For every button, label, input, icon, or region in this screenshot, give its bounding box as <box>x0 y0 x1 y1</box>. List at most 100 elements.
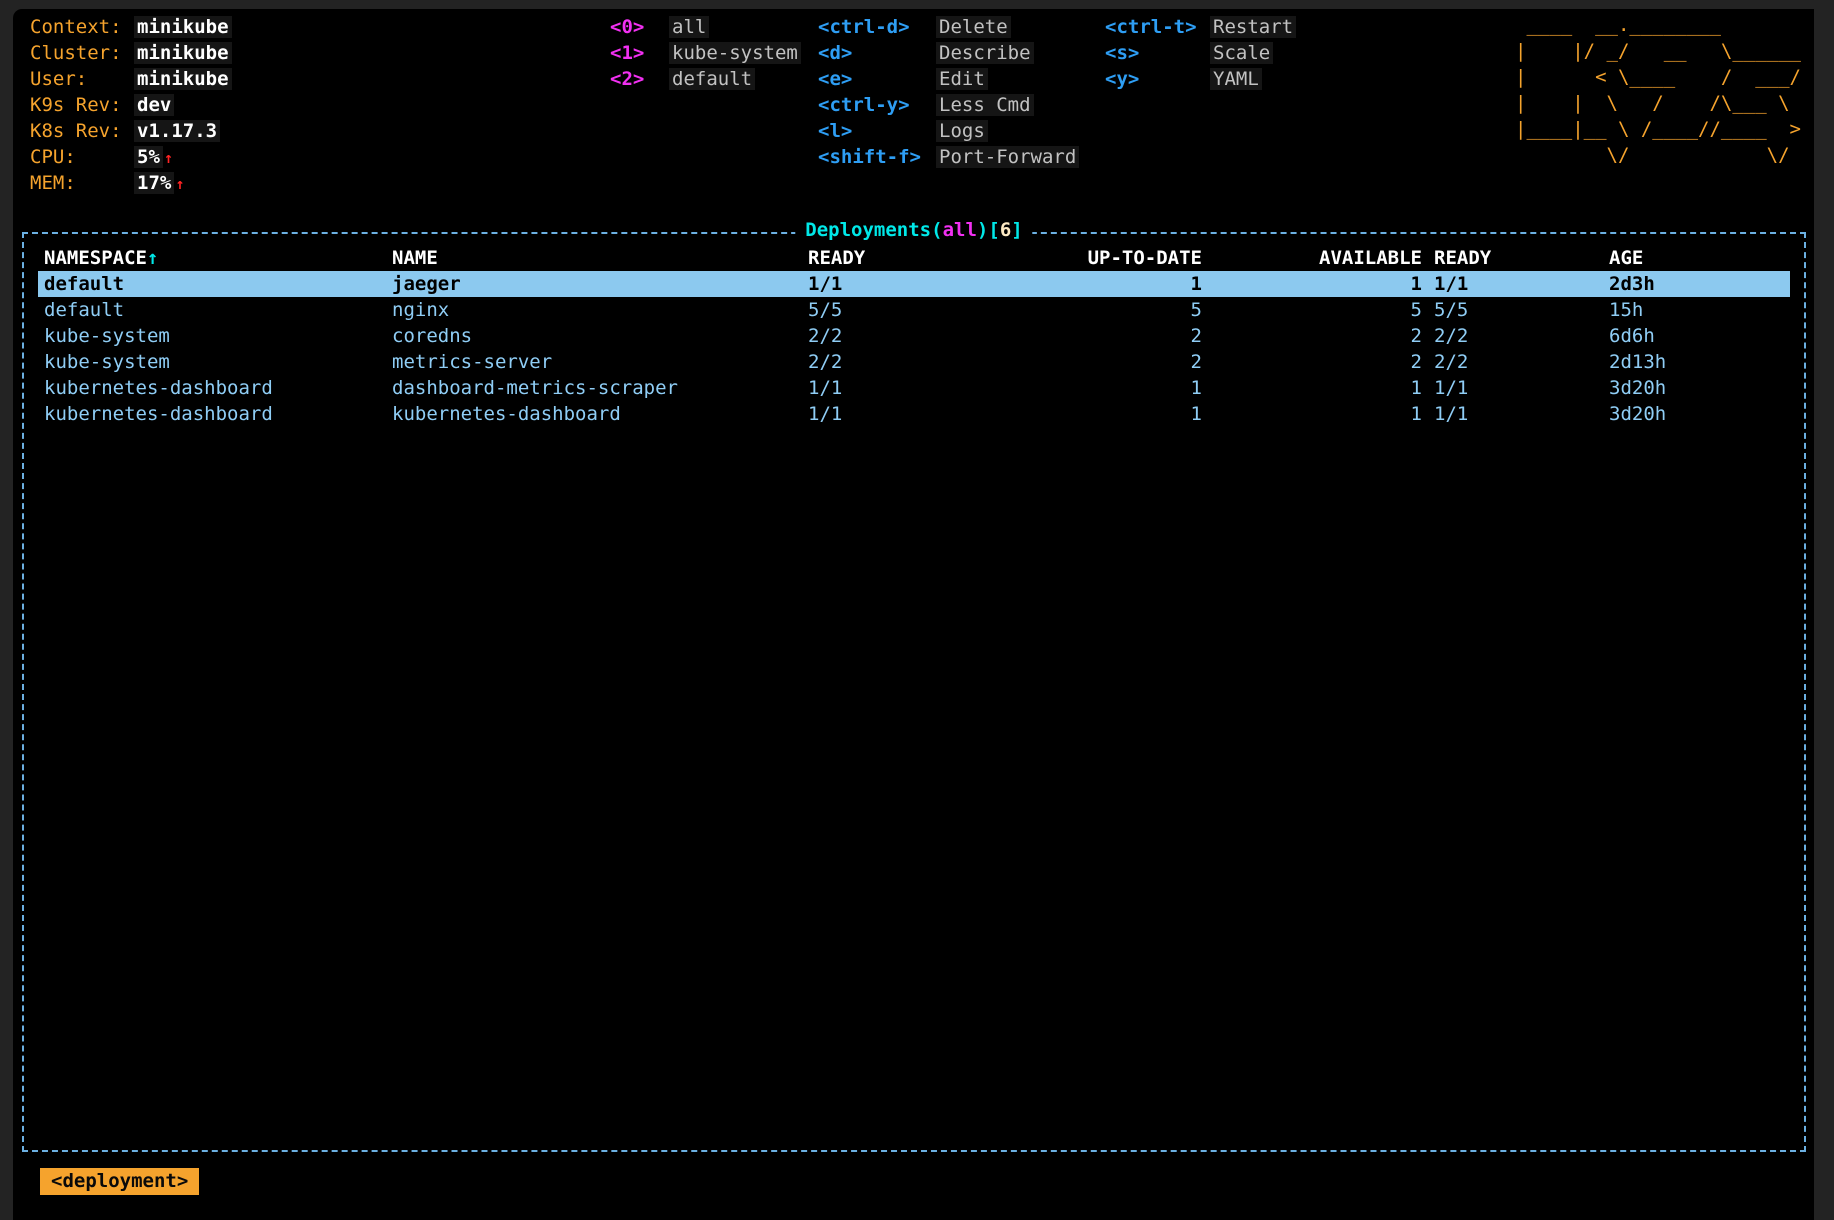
cluster-info-label: User: <box>30 66 134 92</box>
menu-hotkeys-col2: <ctrl-t>Restart<s>Scale<y>YAML <box>1105 14 1296 92</box>
cluster-info-label: MEM: <box>30 170 134 196</box>
menu-hotkey[interactable]: <s>Scale <box>1105 40 1296 66</box>
cluster-info-label: Context: <box>30 14 134 40</box>
menu-hotkey[interactable]: <ctrl-t>Restart <box>1105 14 1296 40</box>
deployment-row[interactable]: kubernetes-dashboardkubernetes-dashboard… <box>38 401 1790 427</box>
panel-title-scope: all <box>943 219 977 241</box>
menu-hotkey[interactable]: <ctrl-d>Delete <box>818 14 1079 40</box>
cell-namespace: default <box>44 297 392 323</box>
k9s-terminal: Context:minikubeCluster:minikubeUser:min… <box>13 9 1814 1220</box>
cell-ready: 1/1 <box>1422 375 1609 401</box>
cell-name: metrics-server <box>392 349 808 375</box>
cell-namespace: kubernetes-dashboard <box>44 375 392 401</box>
cell-age: 3d20h <box>1609 375 1790 401</box>
menu-hotkey-key: <s> <box>1105 40 1210 66</box>
namespace-hotkey[interactable]: <0>all <box>610 14 801 40</box>
menu-hotkey[interactable]: <ctrl-y>Less Cmd <box>818 92 1079 118</box>
menu-hotkey[interactable]: <d>Describe <box>818 40 1079 66</box>
namespace-hotkey-key: <0> <box>610 14 669 40</box>
deployment-row[interactable]: defaultnginx5/5555/515h <box>38 297 1790 323</box>
menu-hotkey-key: <ctrl-y> <box>818 92 936 118</box>
namespace-hotkey[interactable]: <1>kube-system <box>610 40 801 66</box>
column-header: READY <box>1422 245 1609 271</box>
cluster-info-row: K9s Rev:dev <box>30 92 232 118</box>
cell-age: 3d20h <box>1609 401 1790 427</box>
panel-title-paren-close: ) <box>977 219 988 241</box>
cell-up-to-date: 1 <box>1002 401 1202 427</box>
menu-hotkey-label: YAML <box>1210 68 1262 90</box>
table-header-row: NAMESPACE↑NAMEREADYUP-TO-DATEAVAILABLERE… <box>38 245 1790 271</box>
cell-available: 5 <box>1202 297 1422 323</box>
menu-hotkey-key: <d> <box>818 40 936 66</box>
namespace-hotkeys: <0>all<1>kube-system<2>default <box>610 14 801 92</box>
namespace-hotkey-label: kube-system <box>669 42 801 64</box>
menu-hotkey[interactable]: <y>YAML <box>1105 66 1296 92</box>
menu-hotkey-label: Restart <box>1210 16 1296 38</box>
k9s-logo: ____ __.________ | |/ _/ __ \______ | < … <box>1515 12 1801 168</box>
cluster-info-row: User:minikube <box>30 66 232 92</box>
menu-hotkey[interactable]: <e>Edit <box>818 66 1079 92</box>
cell-name: jaeger <box>392 271 808 297</box>
menu-hotkey-key: <l> <box>818 118 936 144</box>
menu-hotkey-key: <ctrl-t> <box>1105 14 1210 40</box>
deployment-row[interactable]: kubernetes-dashboarddashboard-metrics-sc… <box>38 375 1790 401</box>
namespace-hotkey-key: <2> <box>610 66 669 92</box>
cell-ready: 2/2 <box>1422 349 1609 375</box>
cluster-info: Context:minikubeCluster:minikubeUser:min… <box>30 14 232 196</box>
menu-hotkey[interactable]: <l>Logs <box>818 118 1079 144</box>
cluster-info-value: 17% <box>134 172 174 194</box>
cell-up-to-date: 2 <box>1002 323 1202 349</box>
column-header: NAMESPACE↑ <box>44 245 392 271</box>
cell-available: 2 <box>1202 323 1422 349</box>
deployments-panel: Deployments(all)[6] NAMESPACE↑NAMEREADYU… <box>22 232 1806 1152</box>
panel-title-count: 6 <box>1000 219 1011 241</box>
menu-hotkey-key: <y> <box>1105 66 1210 92</box>
cell-namespace: default <box>44 271 392 297</box>
cell-up-to-date: 5 <box>1002 297 1202 323</box>
deployment-row[interactable]: defaultjaeger1/1111/12d3h <box>38 271 1790 297</box>
deployments-table: NAMESPACE↑NAMEREADYUP-TO-DATEAVAILABLERE… <box>24 234 1804 427</box>
namespace-hotkey-label: all <box>669 16 709 38</box>
column-header: READY <box>808 245 1002 271</box>
cell-ready: 1/1 <box>808 401 1002 427</box>
cell-up-to-date: 2 <box>1002 349 1202 375</box>
cluster-info-label: K8s Rev: <box>30 118 134 144</box>
cell-namespace: kube-system <box>44 349 392 375</box>
panel-title-bracket-open: [ <box>988 219 999 241</box>
cell-ready: 1/1 <box>808 375 1002 401</box>
cluster-info-value: v1.17.3 <box>134 120 220 142</box>
deployment-row[interactable]: kube-systemcoredns2/2222/26d6h <box>38 323 1790 349</box>
cell-namespace: kube-system <box>44 323 392 349</box>
cell-ready: 5/5 <box>808 297 1002 323</box>
cell-available: 1 <box>1202 401 1422 427</box>
menu-hotkey-label: Describe <box>936 42 1034 64</box>
cell-name: kubernetes-dashboard <box>392 401 808 427</box>
cell-namespace: kubernetes-dashboard <box>44 401 392 427</box>
deployment-row[interactable]: kube-systemmetrics-server2/2222/22d13h <box>38 349 1790 375</box>
breadcrumb-deployment[interactable]: <deployment> <box>40 1168 199 1195</box>
menu-hotkey-label: Delete <box>936 16 1011 38</box>
menu-hotkey[interactable]: <shift-f>Port-Forward <box>818 144 1079 170</box>
menu-hotkey-key: <e> <box>818 66 936 92</box>
cell-name: coredns <box>392 323 808 349</box>
namespace-hotkey[interactable]: <2>default <box>610 66 801 92</box>
panel-title-paren-open: ( <box>931 219 942 241</box>
namespace-hotkey-label: default <box>669 68 755 90</box>
cell-up-to-date: 1 <box>1002 271 1202 297</box>
cell-available: 2 <box>1202 349 1422 375</box>
trend-up-icon: ↑ <box>164 149 173 167</box>
menu-hotkey-label: Logs <box>936 120 988 142</box>
cell-available: 1 <box>1202 271 1422 297</box>
cell-ready: 5/5 <box>1422 297 1609 323</box>
cluster-info-value: 5% <box>134 146 163 168</box>
cluster-info-row: CPU:5%↑ <box>30 144 232 170</box>
column-header: AVAILABLE <box>1202 245 1422 271</box>
cluster-info-value: minikube <box>134 16 232 38</box>
cell-ready: 2/2 <box>808 323 1002 349</box>
namespace-hotkey-key: <1> <box>610 40 669 66</box>
menu-hotkey-key: <ctrl-d> <box>818 14 936 40</box>
cell-ready: 2/2 <box>1422 323 1609 349</box>
cell-name: dashboard-metrics-scraper <box>392 375 808 401</box>
cluster-info-row: MEM:17%↑ <box>30 170 232 196</box>
cell-ready: 1/1 <box>1422 271 1609 297</box>
